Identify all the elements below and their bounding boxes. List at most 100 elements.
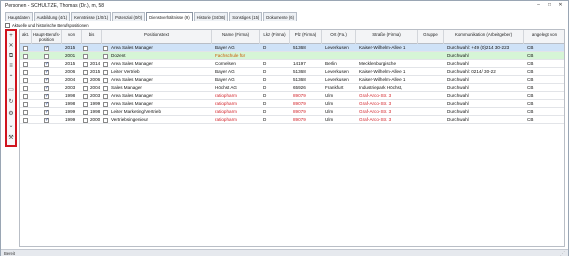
cell-ort[interactable]: Leverkusen <box>324 76 356 84</box>
cell-kommunikation[interactable]: Durchwahl <box>446 100 524 108</box>
cell-strasse[interactable]: Graf-Arco-Str. 3 <box>358 92 418 100</box>
cell-von[interactable]: 1999 <box>64 108 82 116</box>
cell-bis[interactable]: 1999 <box>89 100 102 108</box>
bis-checkbox[interactable] <box>83 69 88 75</box>
cell-kommunikation[interactable]: Durchwahl <box>446 60 524 68</box>
col-header-bis[interactable]: bis <box>82 30 102 44</box>
table-row[interactable]: 2004 2006 Area Sales ManagerBayer AGD51368… <box>20 76 564 84</box>
cell-bis[interactable]: 2004 <box>89 84 102 92</box>
cell-ort[interactable]: Berlin <box>324 60 356 68</box>
position-checkbox[interactable] <box>103 61 108 67</box>
history-filter-checkbox[interactable] <box>5 23 10 28</box>
cell-lkz[interactable]: D <box>262 60 290 68</box>
cell-angelegt-von[interactable]: CB <box>526 116 564 124</box>
copy-icon[interactable]: ⧉ <box>7 52 15 60</box>
cell-strasse[interactable]: Mecklenburgische <box>358 60 418 68</box>
cell-strasse[interactable]: Kaiser-Wilhelm-Allee 1 <box>358 76 418 84</box>
cell-ort[interactable]: Leverkusen <box>324 44 356 52</box>
cell-positionstext[interactable]: Dozent <box>110 52 217 60</box>
cell-lkz[interactable]: D <box>262 44 290 52</box>
cell-von[interactable]: 1998 <box>64 92 82 100</box>
position-checkbox[interactable] <box>103 101 108 107</box>
akt-checkbox[interactable] <box>23 85 28 91</box>
tab-dienstverhaeltnisse[interactable]: Dienstverhältnisse (9) <box>146 12 193 21</box>
cell-positionstext[interactable]: Area Sales Manager <box>110 100 217 108</box>
cell-angelegt-von[interactable]: CB <box>526 60 564 68</box>
tab-historie[interactable]: Historie (34/36) <box>193 12 229 21</box>
akt-checkbox[interactable] <box>23 69 28 75</box>
refresh-icon[interactable]: ↻ <box>7 98 15 106</box>
col-header-angelegt-von[interactable]: angelegt von <box>524 30 564 44</box>
table-row[interactable]: 1999 2000 VertriebsingenieurratiopharmD890… <box>20 116 564 124</box>
tab-kenntnisse[interactable]: Kenntnisse (1/0/1) <box>71 12 112 21</box>
cell-gruppe[interactable] <box>420 116 444 124</box>
cell-firma-name[interactable]: Bayer AG <box>214 76 260 84</box>
table-row[interactable]: 2015 2014 Area Sales ManagerCornelsenD1419… <box>20 60 564 68</box>
cell-bis[interactable]: 2003 <box>89 92 102 100</box>
cell-kommunikation[interactable]: Durchwahl <box>446 108 524 116</box>
hauptposition-checkbox[interactable] <box>44 85 49 91</box>
cell-ort[interactable]: Ulm <box>324 100 356 108</box>
cell-plz[interactable]: 65926 <box>292 84 322 92</box>
cell-kommunikation[interactable]: Durchwahl: 0214/ 30-22 <box>446 68 524 76</box>
cell-angelegt-von[interactable]: CB <box>526 108 564 116</box>
cell-von[interactable]: 2015 <box>64 60 82 68</box>
bis-checkbox[interactable] <box>83 117 88 123</box>
cell-bis[interactable]: 2000 <box>89 116 102 124</box>
cell-gruppe[interactable] <box>420 44 444 52</box>
cell-strasse[interactable]: Industriepark Höchst, <box>358 84 418 92</box>
cell-gruppe[interactable] <box>420 60 444 68</box>
akt-checkbox[interactable] <box>23 109 28 115</box>
cell-ort[interactable]: Frankfurt <box>324 84 356 92</box>
cell-lkz[interactable] <box>262 52 290 60</box>
table-row[interactable]: 1998 1999 Area Sales ManagerratiopharmD890… <box>20 100 564 108</box>
cell-positionstext[interactable]: Area Sales Manager <box>110 60 217 68</box>
tab-ausbildung[interactable]: Ausbildung (4/1) <box>33 12 71 21</box>
col-header-plz[interactable]: Plz (Firma) <box>290 30 322 44</box>
akt-checkbox[interactable] <box>23 61 28 67</box>
cell-lkz[interactable]: D <box>262 92 290 100</box>
delete-icon[interactable]: ✕ <box>7 42 15 50</box>
cell-strasse[interactable]: Kaiser-Wilhelm-Allee 1 <box>358 44 418 52</box>
list-icon[interactable]: ≡ <box>7 62 15 70</box>
cell-positionstext[interactable]: Sales Manager <box>110 84 217 92</box>
cell-lkz[interactable]: D <box>262 76 290 84</box>
cell-von[interactable]: 2006 <box>64 68 82 76</box>
cell-gruppe[interactable] <box>420 76 444 84</box>
bis-checkbox[interactable] <box>83 93 88 99</box>
col-header-von[interactable]: von <box>62 30 82 44</box>
cell-strasse[interactable]: Graf-Arco-Str. 3 <box>358 100 418 108</box>
cell-positionstext[interactable]: Leiter Marketing/Vertrieb <box>110 108 217 116</box>
cell-firma-name[interactable]: ratiopharm <box>214 100 260 108</box>
cell-von[interactable]: 2003 <box>64 84 82 92</box>
settings-icon[interactable]: ⚙ <box>7 110 15 118</box>
bis-checkbox[interactable] <box>83 61 88 67</box>
tools-icon[interactable]: ⚒ <box>7 134 15 142</box>
cell-bis[interactable]: 2006 <box>89 76 102 84</box>
cell-angelegt-von[interactable]: CB <box>526 84 564 92</box>
cell-ort[interactable] <box>324 52 356 60</box>
cell-firma-name[interactable]: Fachschule für <box>214 52 260 60</box>
akt-checkbox[interactable] <box>23 77 28 83</box>
move-up-icon[interactable]: ⌃ <box>7 74 15 82</box>
cell-von[interactable]: 2015 <box>64 44 82 52</box>
cell-bis[interactable] <box>89 44 102 52</box>
table-row[interactable]: 1998 2003 Area Sales ManagerratiopharmD890… <box>20 92 564 100</box>
cell-von[interactable]: 1999 <box>64 116 82 124</box>
position-checkbox[interactable] <box>103 69 108 75</box>
akt-checkbox[interactable] <box>23 101 28 107</box>
cell-gruppe[interactable] <box>420 52 444 60</box>
cell-positionstext[interactable]: Leiter Vertrieb <box>110 68 217 76</box>
cell-von[interactable]: 1998 <box>64 100 82 108</box>
cell-strasse[interactable] <box>358 52 418 60</box>
bis-checkbox[interactable] <box>83 77 88 83</box>
tab-hauptdaten[interactable]: Hauptdaten <box>5 12 33 21</box>
move-down-icon[interactable]: ⌄ <box>7 122 15 130</box>
col-header-akt[interactable]: akt. <box>20 30 32 44</box>
position-checkbox[interactable] <box>103 93 108 99</box>
cell-gruppe[interactable] <box>420 92 444 100</box>
cell-plz[interactable]: 51368 <box>292 68 322 76</box>
bis-checkbox[interactable] <box>83 53 88 59</box>
cell-ort[interactable]: Ulm <box>324 92 356 100</box>
bis-checkbox[interactable] <box>83 45 88 51</box>
